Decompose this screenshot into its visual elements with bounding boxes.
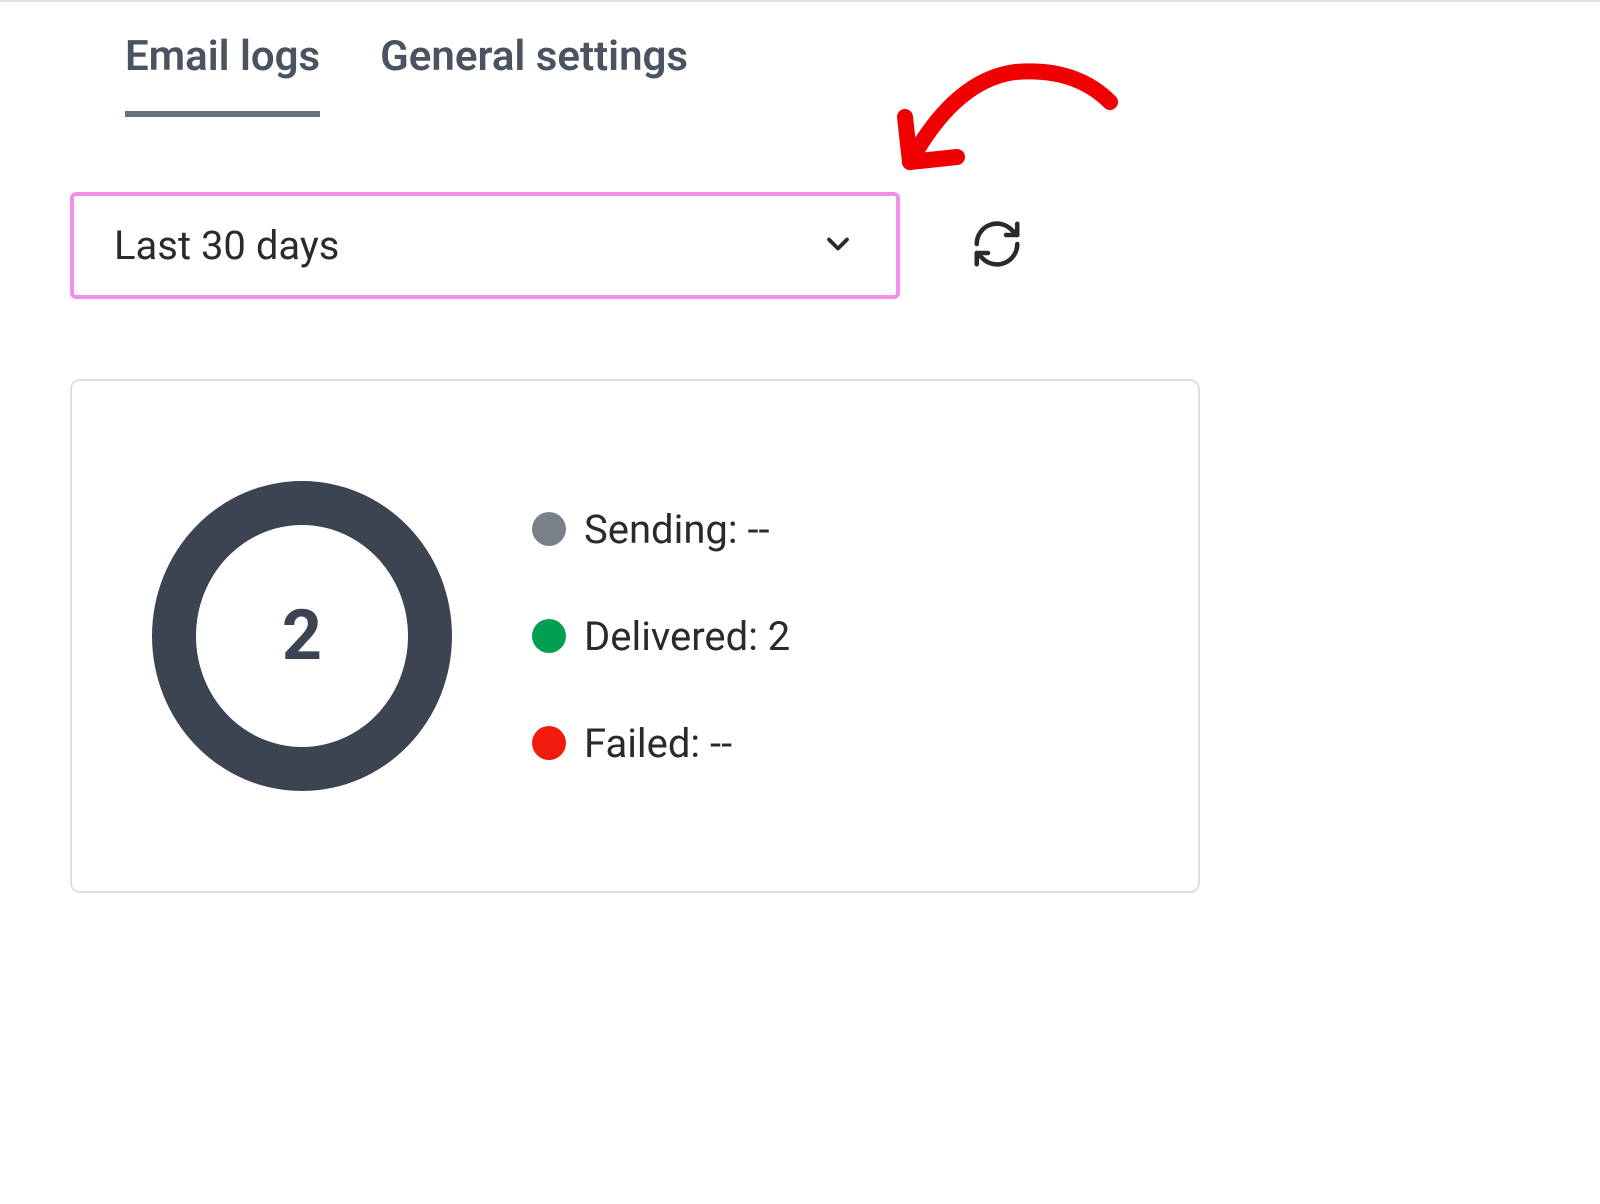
legend-label-failed: Failed: -- (584, 720, 732, 767)
dropdown-selected-label: Last 30 days (114, 222, 339, 269)
legend-item-sending: Sending: -- (532, 506, 790, 553)
legend-item-failed: Failed: -- (532, 720, 790, 767)
donut-chart: 2 (152, 481, 452, 791)
tabs-bar: Email logs General settings (70, 2, 1530, 117)
legend-label-sending: Sending: -- (584, 506, 770, 553)
chevron-down-icon (820, 226, 856, 266)
legend-item-delivered: Delivered: 2 (532, 613, 790, 660)
tab-email-logs[interactable]: Email logs (125, 32, 320, 117)
legend: Sending: -- Delivered: 2 Failed: -- (532, 506, 790, 767)
legend-label-delivered: Delivered: 2 (584, 613, 790, 660)
stats-card: 2 Sending: -- Delivered: 2 Failed: -- (70, 379, 1200, 893)
refresh-button[interactable] (940, 217, 1024, 275)
legend-dot-failed-icon (532, 726, 566, 760)
legend-dot-sending-icon (532, 512, 566, 546)
tab-general-settings[interactable]: General settings (380, 32, 688, 117)
donut-total: 2 (282, 595, 322, 677)
legend-dot-delivered-icon (532, 619, 566, 653)
controls-row: Last 30 days (70, 192, 1530, 299)
date-range-dropdown[interactable]: Last 30 days (70, 192, 900, 299)
